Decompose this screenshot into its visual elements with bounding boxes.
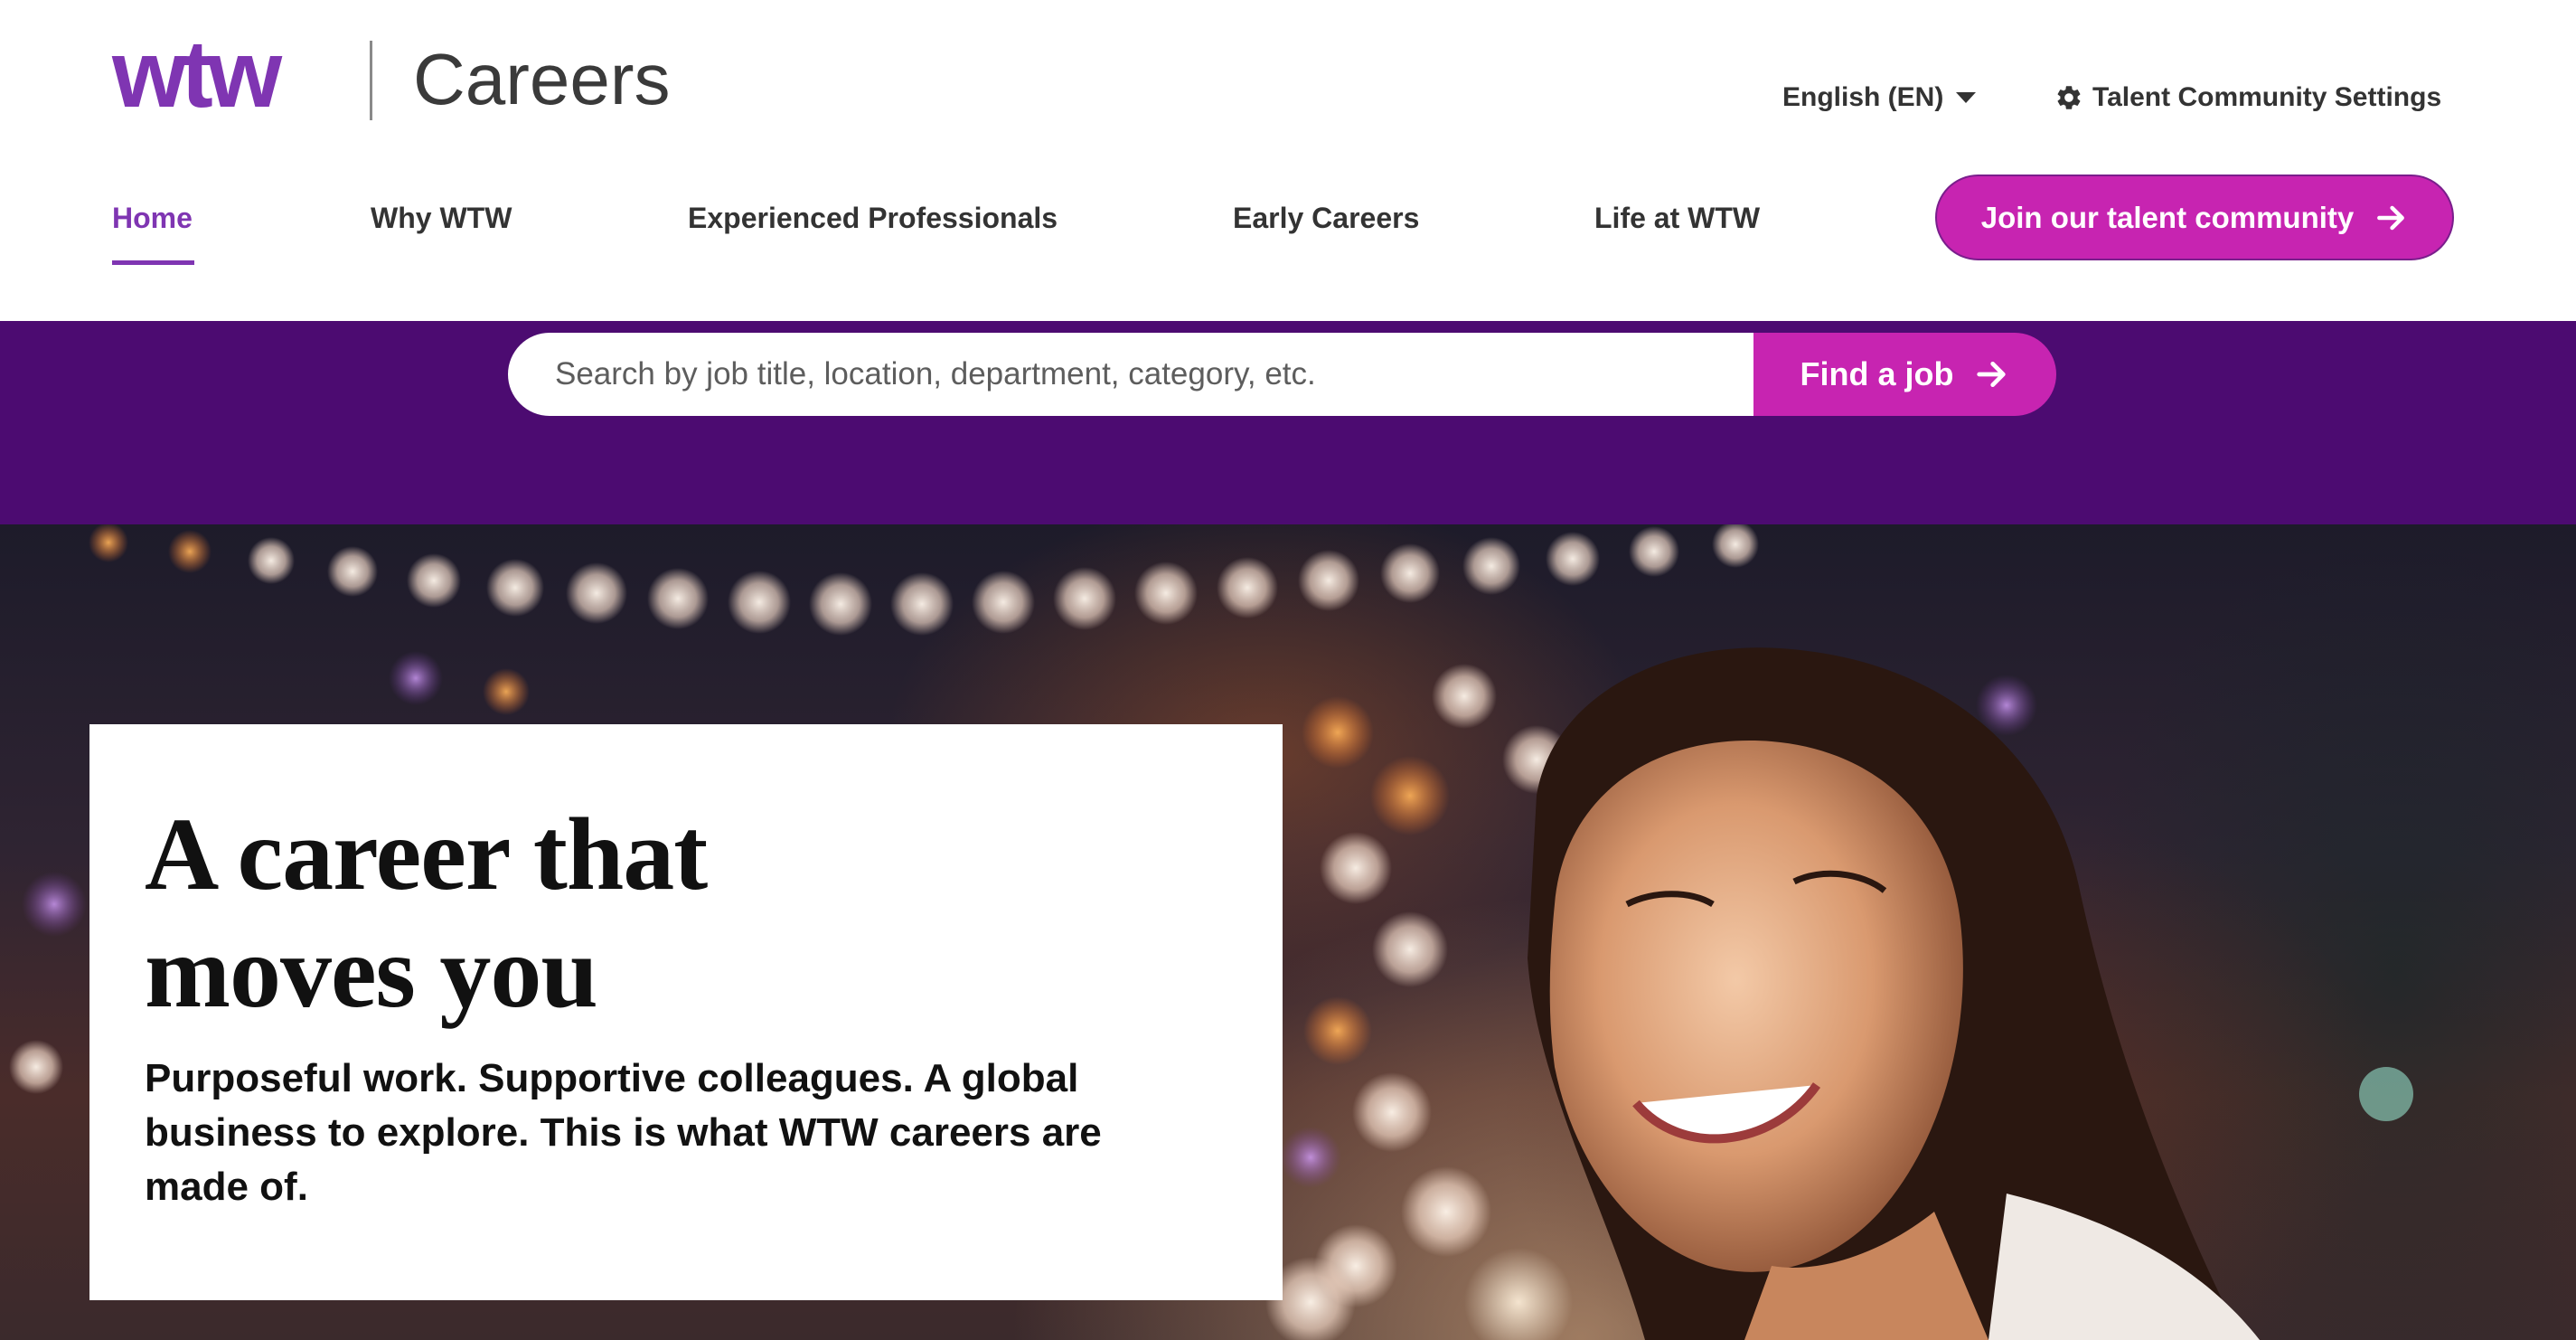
site-title: Careers [413,39,671,119]
site-header: wtw Careers English (EN) Talent Communit… [0,0,2576,321]
nav-item-life-at-wtw[interactable]: Life at WTW [1594,197,1760,239]
arrow-right-icon [1977,362,2007,387]
nav-item-experienced-professionals[interactable]: Experienced Professionals [688,197,1058,239]
nav-item-early-careers[interactable]: Early Careers [1233,197,1419,239]
nav-item-home[interactable]: Home [112,197,193,239]
talent-community-settings-link[interactable]: Talent Community Settings [2054,79,2441,117]
caret-down-icon [1956,92,1977,103]
hero-title-line-1: A career that [145,797,708,911]
nav-item-why-wtw[interactable]: Why WTW [371,197,512,239]
job-search-input[interactable] [508,333,1753,416]
arrow-right-icon [2377,205,2405,230]
hero-title: A career that moves you [145,796,1229,1031]
gear-icon [2057,86,2081,109]
join-talent-community-button[interactable]: Join our talent community [1935,175,2454,260]
settings-label: Talent Community Settings [2092,82,2442,112]
hero-title-line-2: moves you [145,914,598,1029]
hero-subtitle: Purposeful work. Supportive colleagues. … [145,1056,1102,1209]
logo-divider [370,41,372,120]
find-a-job-button[interactable]: Find a job [1753,333,2056,416]
language-label: English (EN) [1782,82,1944,112]
wtw-logo[interactable]: wtw [112,20,282,128]
find-button-label: Find a job [1800,355,1954,392]
language-selector[interactable]: English (EN) [1782,79,1977,117]
nav-active-indicator [112,260,194,265]
join-button-label: Join our talent community [1980,200,2355,234]
